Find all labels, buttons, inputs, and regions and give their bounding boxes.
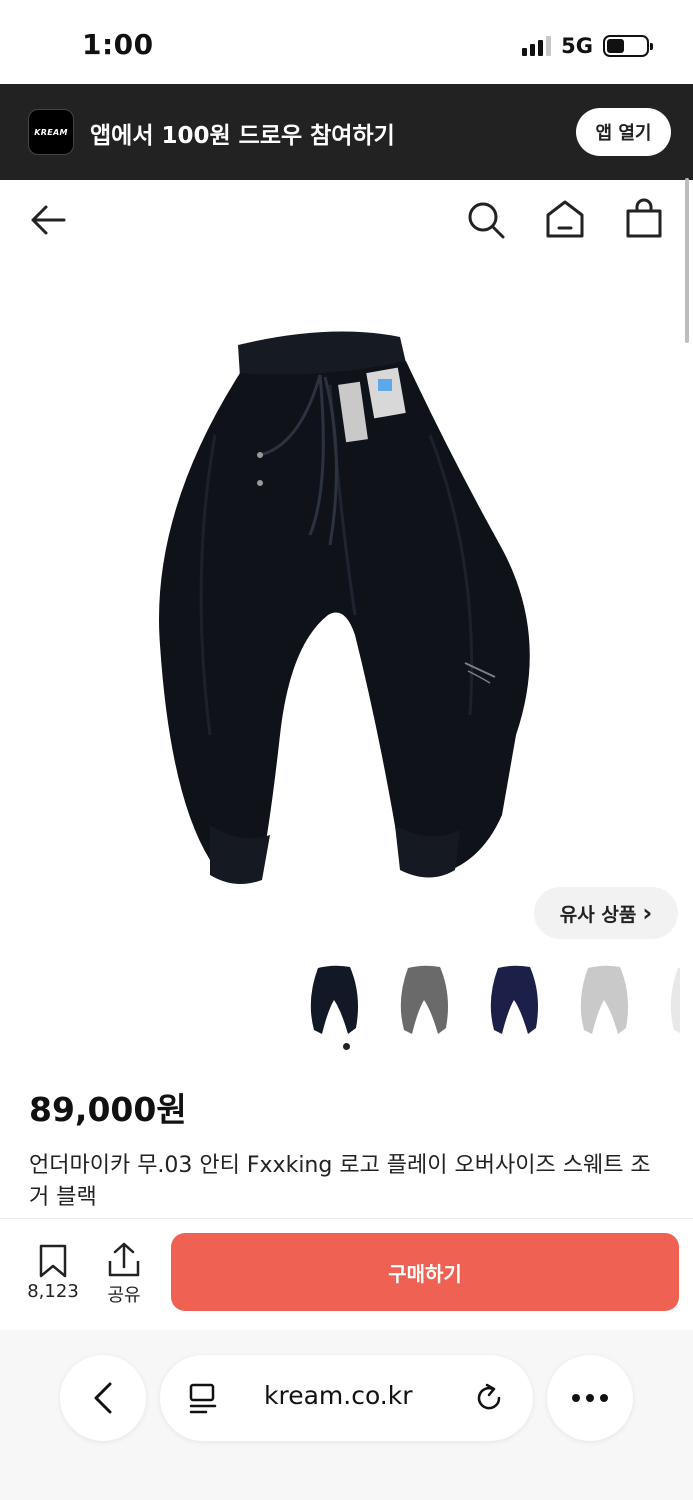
share-button[interactable]: 공유 <box>100 1240 148 1307</box>
url-bar[interactable]: kream.co.kr <box>160 1355 533 1441</box>
chevron-right-icon: › <box>642 899 653 927</box>
shopping-bag-icon[interactable] <box>624 198 664 240</box>
banner-text: 앱에서 100원 드로우 참여하기 <box>90 123 395 149</box>
kream-logo: KREAM <box>28 109 74 155</box>
battery-icon <box>603 35 653 57</box>
wishlist-button[interactable]: 8,123 <box>26 1240 80 1302</box>
thumbnail[interactable] <box>486 960 542 1040</box>
image-page-indicator <box>343 1043 350 1050</box>
browser-more-button[interactable] <box>547 1355 633 1441</box>
share-icon <box>108 1242 140 1277</box>
bookmark-icon <box>39 1244 67 1278</box>
thumbnail-strip <box>306 960 680 1040</box>
status-indicators: 5G <box>522 34 653 58</box>
network-type: 5G <box>561 34 593 58</box>
signal-icon <box>522 36 552 56</box>
chevron-left-icon <box>94 1382 112 1414</box>
search-icon[interactable] <box>466 200 506 240</box>
open-app-button[interactable]: 앱 열기 <box>576 108 671 156</box>
divider <box>0 1218 693 1219</box>
product-name: 언더마이카 무.03 안티 Fxxking 로고 플레이 오버사이즈 스웨트 조… <box>29 1153 651 1210</box>
scrollbar[interactable] <box>685 178 689 343</box>
nav-header <box>0 180 693 262</box>
reload-icon[interactable] <box>473 1382 505 1414</box>
similar-products-label: 유사 상품 <box>559 903 637 926</box>
wishlist-count: 8,123 <box>27 1281 79 1302</box>
page-menu-icon[interactable] <box>188 1382 218 1416</box>
similar-products-button[interactable]: 유사 상품 › <box>534 887 678 939</box>
thumbnail[interactable] <box>306 960 362 1040</box>
home-icon[interactable] <box>544 198 586 240</box>
status-bar: 1:00 5G <box>0 0 693 84</box>
buy-button[interactable]: 구매하기 <box>171 1233 679 1311</box>
product-price: 89,000원 <box>29 1090 187 1129</box>
thumbnail[interactable] <box>666 960 680 1040</box>
back-arrow-icon[interactable] <box>28 202 68 238</box>
browser-back-button[interactable] <box>60 1355 146 1441</box>
thumbnail[interactable] <box>396 960 452 1040</box>
status-time: 1:00 <box>82 28 154 61</box>
url-text: kream.co.kr <box>264 1381 413 1410</box>
more-icon <box>572 1394 608 1402</box>
app-download-banner: KREAM 앱에서 100원 드로우 참여하기 앱 열기 <box>0 84 693 180</box>
product-image[interactable] <box>130 315 560 895</box>
thumbnail[interactable] <box>576 960 632 1040</box>
share-label: 공유 <box>107 1285 141 1306</box>
